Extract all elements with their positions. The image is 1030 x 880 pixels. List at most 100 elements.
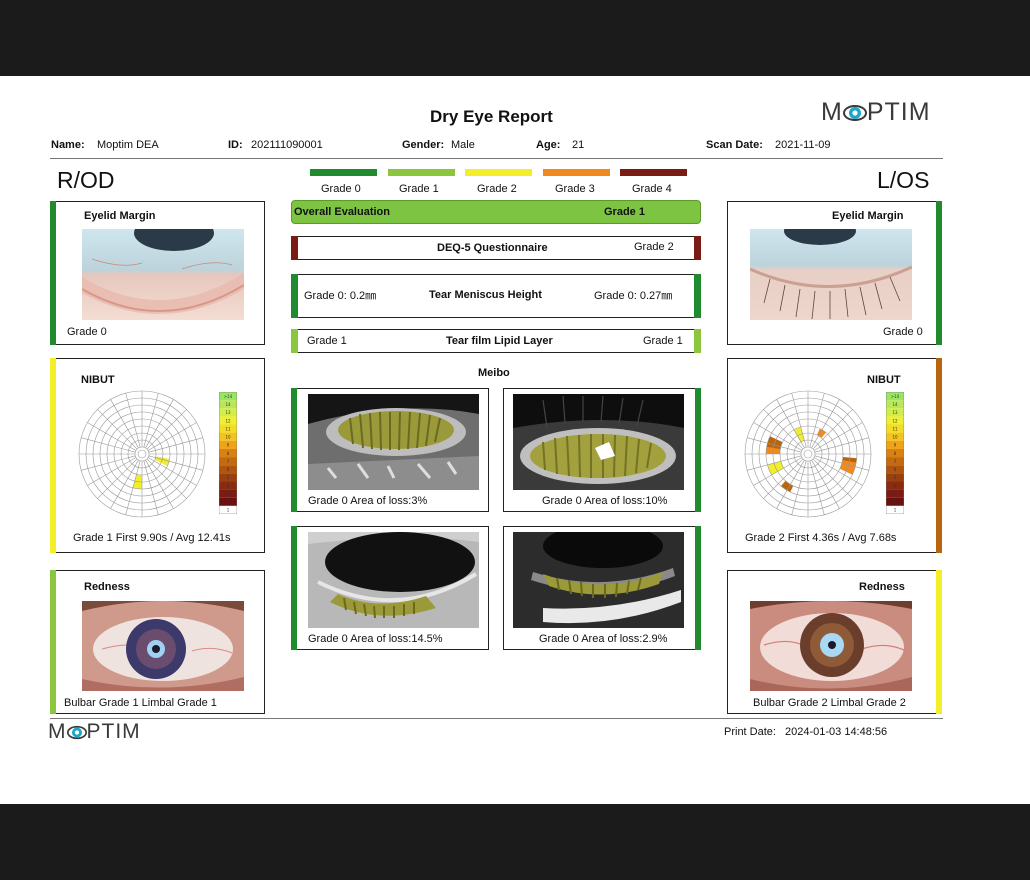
left-redness-image bbox=[750, 601, 912, 691]
right-eyelid-grade-bar bbox=[50, 201, 56, 345]
nibut-scale-label: 6 bbox=[227, 467, 230, 472]
patient-gender: Male bbox=[451, 139, 475, 151]
age-label: Age: bbox=[536, 139, 561, 151]
nibut-scale-label: 6 bbox=[894, 467, 897, 472]
nibut-scale-label: 14 bbox=[225, 402, 231, 407]
patient-age: 21 bbox=[572, 139, 585, 151]
brand-logo-top: M PTIM bbox=[821, 98, 931, 126]
grade-legend-swatch-2 bbox=[465, 169, 532, 176]
nibut-scale-label: 7 bbox=[894, 459, 897, 464]
overall-evaluation-grade: Grade 1 bbox=[604, 206, 645, 218]
deq5-label: DEQ-5 Questionnaire bbox=[437, 242, 548, 254]
nibut-scale-label: 9 bbox=[227, 443, 230, 448]
nibut-scale-label: >14 bbox=[891, 394, 900, 399]
right-nibut-summary: Grade 1 First 9.90s / Avg 12.41s bbox=[73, 532, 231, 544]
overall-evaluation-label: Overall Evaluation bbox=[294, 206, 390, 218]
grade-legend-swatch-3 bbox=[543, 169, 610, 176]
nibut-scale-label: 2 bbox=[227, 500, 230, 505]
meibo-panel-right-lower: Grade 0 Area of loss:14.5% bbox=[291, 526, 489, 650]
nibut-scale-label: 5 bbox=[227, 475, 230, 480]
nibut-scale-label: 13 bbox=[892, 410, 898, 415]
deq5-grade: Grade 2 bbox=[634, 241, 674, 253]
right-eye-label: R/OD bbox=[57, 167, 115, 193]
left-eyelid-grade-bar bbox=[936, 201, 942, 345]
nibut-scale-label: 1 bbox=[894, 508, 897, 513]
scan-date: 2021-11-09 bbox=[775, 139, 831, 151]
meibo-caption: Grade 0 Area of loss:10% bbox=[542, 495, 668, 507]
left-redness-summary: Bulbar Grade 2 Limbal Grade 2 bbox=[753, 697, 906, 709]
meibo-image bbox=[513, 532, 684, 628]
left-eyelid-image bbox=[750, 229, 912, 320]
left-nibut-summary: Grade 2 First 4.36s / Avg 7.68s bbox=[745, 532, 897, 544]
grade-legend-swatch-1 bbox=[388, 169, 455, 176]
nibut-scale-label: 12 bbox=[225, 418, 231, 423]
top-letterbox bbox=[0, 0, 1030, 76]
patient-name: Moptim DEA bbox=[97, 139, 159, 151]
nibut-scale-label: 13 bbox=[225, 410, 231, 415]
meibo-image bbox=[308, 532, 479, 628]
bottom-letterbox bbox=[0, 804, 1030, 880]
meibo-panel-right-upper: Grade 0 Area of loss:3% bbox=[291, 388, 489, 512]
nibut-scale-label: 2 bbox=[894, 500, 897, 505]
left-redness-title: Redness bbox=[859, 581, 905, 593]
nibut-scale-label: 7 bbox=[227, 459, 230, 464]
meibo-title: Meibo bbox=[478, 367, 510, 379]
meibo-image bbox=[513, 394, 684, 490]
right-eyelid-panel: Eyelid Margin Grade 0 bbox=[50, 201, 265, 345]
left-eyelid-grade: Grade 0 bbox=[883, 326, 923, 338]
meibo-grade-bar bbox=[695, 526, 701, 650]
patient-id: 202111090001 bbox=[251, 139, 323, 151]
right-nibut-panel: NIBUT >14 14 13 12 11 10 9 8 7 6 5 4 3 2 1 Grade 1 Fir… bbox=[50, 358, 265, 553]
right-redness-title: Redness bbox=[84, 581, 130, 593]
nibut-scale-label: 1 bbox=[227, 508, 230, 513]
report-page: Dry Eye Report M PTIM Name: Moptim DEA ID… bbox=[0, 76, 1030, 804]
meniscus-row: Grade 0: 0.2㎜ Tear Meniscus Height Grade… bbox=[291, 274, 701, 318]
grade-legend-swatch-0 bbox=[310, 169, 377, 176]
left-eyelid-title: Eyelid Margin bbox=[832, 210, 904, 222]
lipid-row: Grade 1 Tear film Lipid Layer Grade 1 bbox=[291, 329, 701, 353]
nibut-scale-label: 8 bbox=[894, 451, 897, 456]
eye-lens-icon bbox=[842, 100, 867, 121]
header-divider bbox=[50, 158, 943, 159]
deq5-row: DEQ-5 Questionnaire Grade 2 bbox=[291, 236, 701, 260]
left-redness-grade-bar bbox=[936, 570, 942, 714]
name-label: Name: bbox=[51, 139, 85, 151]
nibut-scale-label: 10 bbox=[892, 435, 898, 440]
nibut-scale-label: 11 bbox=[225, 426, 231, 431]
meniscus-label: Tear Meniscus Height bbox=[429, 289, 542, 301]
meibo-caption: Grade 0 Area of loss:3% bbox=[308, 495, 428, 507]
print-date: 2024-01-03 14:48:56 bbox=[785, 726, 888, 738]
nibut-scale-label: 8 bbox=[227, 451, 230, 456]
nibut-scale-label: 5 bbox=[894, 475, 897, 480]
report-title: Dry Eye Report bbox=[430, 107, 553, 126]
meibo-caption: Grade 0 Area of loss:2.9% bbox=[539, 633, 668, 645]
grade-legend-label-3: Grade 3 bbox=[555, 183, 595, 195]
lipid-grade-cap-left bbox=[694, 329, 701, 353]
left-nibut-map bbox=[744, 390, 872, 518]
deq5-grade-cap-right bbox=[291, 236, 298, 260]
nibut-scale-label: 14 bbox=[892, 402, 898, 407]
right-redness-image bbox=[82, 601, 244, 691]
grade-legend-label-2: Grade 2 bbox=[477, 183, 517, 195]
left-nibut-title: NIBUT bbox=[867, 374, 901, 386]
nibut-scale-label: >14 bbox=[224, 394, 233, 399]
id-label: ID: bbox=[228, 139, 243, 151]
meibo-grade-bar bbox=[695, 388, 701, 512]
overall-evaluation-bar: Overall Evaluation Grade 1 bbox=[291, 200, 701, 224]
scan-date-label: Scan Date: bbox=[706, 139, 763, 151]
left-nibut-scale: >14 14 13 12 11 10 9 8 7 6 5 4 3 2 1 bbox=[886, 392, 904, 514]
eye-lens-icon bbox=[66, 722, 87, 740]
left-eyelid-panel: Eyelid Margin Grade 0 bbox=[727, 201, 942, 345]
right-eyelid-grade: Grade 0 bbox=[67, 326, 107, 338]
nibut-scale-label: 11 bbox=[892, 426, 898, 431]
meibo-panel-left-lower: Grade 0 Area of loss:2.9% bbox=[503, 526, 701, 650]
left-nibut-panel: NIBUT >14 14 13 12 11 10 9 8 7 6 5 4 3 2 1 Grade 2 Fir… bbox=[727, 358, 942, 553]
meibo-panel-left-upper: Grade 0 Area of loss:10% bbox=[503, 388, 701, 512]
nibut-scale-label: 9 bbox=[894, 443, 897, 448]
right-nibut-map bbox=[78, 390, 206, 518]
print-date-label: Print Date: bbox=[724, 726, 776, 738]
nibut-scale-label: 10 bbox=[225, 435, 231, 440]
deq5-grade-cap-left bbox=[694, 236, 701, 260]
grade-legend-label-4: Grade 4 bbox=[632, 183, 672, 195]
grade-legend-label-0: Grade 0 bbox=[321, 183, 361, 195]
